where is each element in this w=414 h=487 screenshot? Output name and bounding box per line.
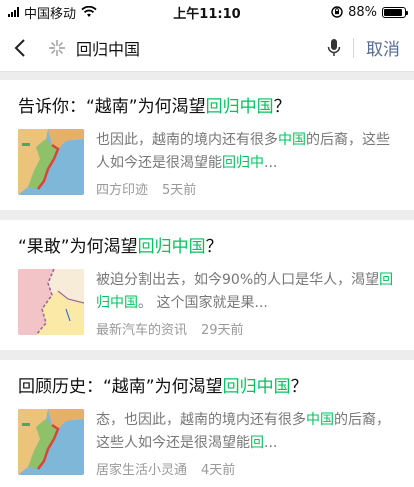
result-thumbnail-map <box>18 269 84 335</box>
battery-percent: 88% <box>348 4 377 20</box>
result-card[interactable]: 回顾历史：“越南”为何渴望回归中国？ 态，也因此，越南的境内还有很多中国的后裔，… <box>0 360 414 487</box>
result-source[interactable]: 居家生活小灵通 <box>96 459 187 478</box>
cancel-button[interactable]: 取消 <box>366 35 400 60</box>
header-divider <box>353 37 354 58</box>
result-card[interactable]: 告诉你：“越南”为何渴望回归中国？ 也因此，越南的境内还有很多中国的后裔，这些人… <box>0 80 414 210</box>
voice-input-button[interactable] <box>321 38 347 58</box>
search-sparkle-icon <box>49 39 65 56</box>
result-age: 5天前 <box>162 183 197 198</box>
status-bar: 中国移动 上午11:10 88% <box>0 0 414 24</box>
result-title: 告诉你：“越南”为何渴望回归中国？ <box>18 97 291 117</box>
result-source[interactable]: 最新汽车的资讯 <box>96 319 187 338</box>
result-thumbnail-map <box>18 129 84 195</box>
wifi-icon <box>81 6 97 17</box>
result-snippet: 也因此，越南的境内还有很多中国的后裔，这些人如今还是很渴望能回归中... <box>96 132 390 171</box>
search-results: 告诉你：“越南”为何渴望回归中国？ 也因此，越南的境内还有很多中国的后裔，这些人… <box>0 72 414 487</box>
search-input[interactable]: 回归中国 <box>76 36 321 60</box>
back-button[interactable] <box>14 33 42 63</box>
result-age: 4天前 <box>201 463 236 478</box>
result-age: 29天前 <box>201 323 244 338</box>
result-card[interactable]: “果敢”为何渴望回归中国？ 被迫分割出去，如今90%的人口是华人，渴望回归中国。… <box>0 220 414 350</box>
search-box[interactable]: 回归中国 <box>42 30 321 66</box>
chevron-left-icon <box>14 38 25 57</box>
cellular-signal-icon <box>8 7 19 17</box>
orientation-lock-icon <box>331 6 343 18</box>
carrier-name: 中国移动 <box>24 6 77 22</box>
result-title: “果敢”为何渴望回归中国？ <box>18 237 223 257</box>
result-thumbnail-map <box>18 409 84 475</box>
status-time: 上午11:10 <box>173 6 241 22</box>
microphone-icon <box>327 38 341 56</box>
result-source[interactable]: 四方印迹 <box>96 179 148 198</box>
result-title: 回顾历史：“越南”为何渴望回归中国？ <box>18 377 308 397</box>
result-snippet: 态，也因此，越南的境内还有很多中国的后裔，这些人如今还是很渴望能回... <box>96 412 390 451</box>
result-snippet: 被迫分割出去，如今90%的人口是华人，渴望回归中国。 这个国家就是果... <box>96 272 394 311</box>
search-header: 回归中国 取消 <box>0 24 414 72</box>
battery-icon <box>382 6 408 18</box>
